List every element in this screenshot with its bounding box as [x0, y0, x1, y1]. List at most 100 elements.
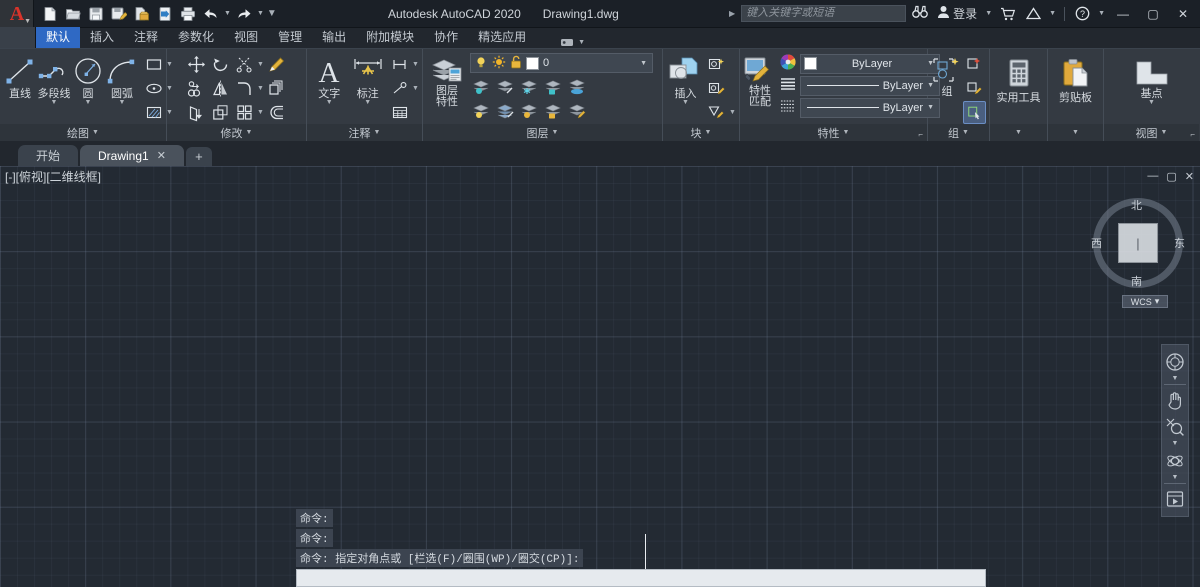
viewport-maximize-button[interactable]: ▢ — [1166, 170, 1176, 183]
layer-properties-button[interactable]: 图层 特性 — [426, 53, 468, 108]
draw-circle-button[interactable]: 圆 ▼ — [71, 53, 105, 106]
mirror-icon[interactable] — [209, 77, 232, 100]
block-insert-caret-icon[interactable]: ▼ — [682, 99, 689, 106]
window-close-button[interactable]: ✕ — [1170, 0, 1196, 28]
unlock-icon[interactable] — [510, 55, 522, 72]
panel-title-utilities[interactable]: ▼ — [990, 124, 1047, 141]
block-insert-button[interactable]: 插入 ▼ — [666, 53, 705, 106]
block-attrib-icon[interactable] — [705, 101, 728, 124]
search-input[interactable]: 键入关键字或短语 — [741, 5, 907, 22]
scale-icon[interactable] — [209, 101, 232, 124]
color-wheel-icon[interactable] — [779, 53, 797, 74]
ribbon-tab-home[interactable]: 默认 — [36, 27, 81, 48]
save-icon[interactable] — [85, 2, 107, 26]
redo-dropdown-caret-icon[interactable]: ▼ — [257, 10, 264, 17]
array-icon[interactable] — [265, 77, 288, 100]
undo-icon[interactable] — [200, 2, 222, 26]
array-rect-icon[interactable] — [233, 101, 256, 124]
table-icon[interactable] — [388, 101, 411, 124]
group-edit-icon[interactable] — [963, 77, 986, 100]
ribbon-tab-output[interactable]: 输出 — [312, 27, 356, 48]
lineweight-icon[interactable] — [779, 97, 797, 118]
object-lineweight-dropdown[interactable]: ByLayer ▼ — [800, 97, 940, 118]
erase-icon[interactable] — [265, 53, 288, 76]
ribbon-tab-annotate[interactable]: 注释 — [124, 27, 168, 48]
match-properties-button[interactable]: 特性 匹配 — [743, 53, 777, 108]
layer-match-icon[interactable] — [494, 99, 517, 122]
orbit-icon[interactable] — [1162, 448, 1188, 474]
panel-draw-caret-icon[interactable]: ▼ — [92, 129, 99, 136]
draw-arc-caret-icon[interactable]: ▼ — [119, 99, 126, 106]
stretch-icon[interactable] — [185, 101, 208, 124]
ribbon-tab-manage[interactable]: 管理 — [268, 27, 312, 48]
wcs-caret-icon[interactable]: ▾ — [1155, 296, 1160, 307]
trim-caret-icon[interactable]: ▼ — [257, 61, 264, 68]
viewcube-top-face[interactable]: | — [1118, 223, 1158, 263]
viewport-controls-label[interactable]: [-][俯视][二维线框] — [5, 168, 101, 185]
utilities-button[interactable]: 实用工具 — [993, 55, 1044, 104]
group-selection-icon[interactable] — [963, 101, 986, 124]
rotate-icon[interactable] — [209, 53, 232, 76]
ribbon-tab-view[interactable]: 视图 — [224, 27, 268, 48]
command-input[interactable] — [296, 569, 986, 587]
help-caret-icon[interactable]: ▼ — [1098, 10, 1105, 17]
chevron-down-icon[interactable]: ▼ — [24, 18, 31, 25]
viewcube-south-label[interactable]: 南 — [1131, 273, 1142, 289]
viewcube-west-label[interactable]: 西 — [1091, 235, 1102, 251]
current-layer-dropdown[interactable]: 0 ▼ — [470, 53, 653, 73]
undo-dropdown-caret-icon[interactable]: ▼ — [224, 10, 231, 17]
offset-icon[interactable] — [265, 101, 288, 124]
panel-utilities-caret-icon[interactable]: ▼ — [1015, 129, 1022, 136]
move-icon[interactable] — [185, 53, 208, 76]
view-dialog-launcher-icon[interactable]: ⌐ — [1190, 130, 1195, 139]
draw-polyline-caret-icon[interactable]: ▼ — [51, 99, 58, 106]
panel-group-caret-icon[interactable]: ▼ — [962, 129, 969, 136]
leader-icon[interactable] — [388, 77, 411, 100]
panel-title-layers[interactable]: 图层 ▼ — [423, 124, 662, 141]
customize-qat-caret-icon[interactable]: ▼ — [267, 8, 277, 19]
save-as-icon[interactable] — [108, 2, 130, 26]
autodesk-caret-icon[interactable]: ▼ — [1049, 10, 1056, 17]
workspace-caret-icon[interactable]: ▼ — [578, 39, 585, 46]
object-color-dropdown[interactable]: ByLayer ▼ — [800, 53, 940, 74]
layer-make-current-icon[interactable] — [566, 75, 589, 98]
annotation-dimension-button[interactable]: 标注 ▼ — [349, 53, 388, 106]
pan-hand-icon[interactable] — [1162, 387, 1188, 413]
printer-icon[interactable] — [177, 2, 199, 26]
panel-title-group[interactable]: 组 ▼ — [928, 124, 989, 141]
fillet-icon[interactable] — [233, 77, 256, 100]
folder-open-icon[interactable] — [62, 2, 84, 26]
panel-title-modify[interactable]: 修改 ▼ — [167, 124, 306, 141]
file-cloud-icon[interactable] — [131, 2, 153, 26]
layer-freeze-icon[interactable] — [518, 75, 541, 98]
redo-icon[interactable] — [233, 2, 255, 26]
object-linetype-dropdown[interactable]: ByLayer ▼ — [800, 75, 940, 96]
hatch-icon[interactable] — [142, 101, 165, 124]
dim-style-icon[interactable] — [388, 53, 411, 76]
ungroup-icon[interactable] — [963, 53, 986, 76]
panel-title-properties[interactable]: 特性 ▼ ⌐ — [740, 124, 927, 141]
copy-icon[interactable] — [185, 77, 208, 100]
panel-layers-caret-icon[interactable]: ▼ — [552, 129, 559, 136]
block-create-icon[interactable] — [705, 53, 728, 76]
draw-line-button[interactable]: 直线 — [3, 53, 37, 100]
doc-tab-close-icon[interactable]: ✕ — [157, 149, 166, 162]
panel-title-annotation[interactable]: 注释 ▼ — [307, 124, 422, 141]
annotation-dimension-caret-icon[interactable]: ▼ — [364, 99, 371, 106]
new-file-icon[interactable] — [39, 2, 61, 26]
panel-title-draw[interactable]: 绘图 ▼ — [0, 124, 166, 141]
lightbulb-on-icon[interactable] — [474, 55, 488, 72]
steering-wheel-icon[interactable] — [1162, 349, 1188, 375]
viewport-minimize-button[interactable]: — — [1147, 170, 1158, 183]
new-tab-button[interactable]: + — [185, 147, 212, 166]
annotation-text-caret-icon[interactable]: ▼ — [326, 99, 333, 106]
layer-move-icon[interactable] — [494, 75, 517, 98]
account-caret-icon[interactable]: ▼ — [985, 10, 992, 17]
group-button[interactable]: 组 — [931, 53, 963, 98]
panel-properties-caret-icon[interactable]: ▼ — [843, 129, 850, 136]
panel-title-block[interactable]: 块 ▼ — [663, 124, 739, 141]
current-layer-caret-icon[interactable]: ▼ — [640, 60, 650, 67]
draw-polyline-button[interactable]: 多段线 ▼ — [37, 53, 71, 106]
application-menu-button[interactable]: A ▼ — [0, 0, 34, 28]
ucs-selector[interactable]: WCS ▾ — [1122, 295, 1168, 308]
